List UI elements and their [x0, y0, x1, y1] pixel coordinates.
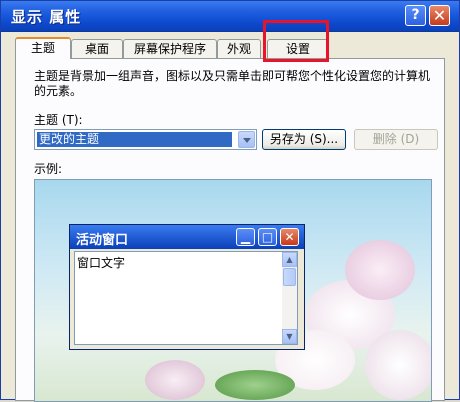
theme-preview: 活动窗口 ▁ □ ✕ 窗口文字 ▲ ▼ — [34, 179, 432, 402]
display-properties-window: 显示 属性 ? ✕ 主题 桌面 屏幕保护程序 外观 设置 主题是背景加一组声音，… — [0, 0, 460, 402]
flower-decoration — [145, 360, 205, 400]
theme-label: 主题 (T): — [34, 113, 83, 127]
delete-button[interactable]: 删除 (D) — [354, 129, 438, 150]
settings-tab-highlight — [263, 20, 329, 62]
close-icon: ✕ — [280, 228, 299, 246]
tab-appearance[interactable]: 外观 — [217, 39, 261, 58]
sample-active-window: 活动窗口 ▁ □ ✕ 窗口文字 ▲ ▼ — [69, 224, 305, 350]
sample-title-bar: 活动窗口 ▁ □ ✕ — [70, 225, 304, 249]
maximize-icon: □ — [258, 228, 277, 246]
leaf-decoration — [215, 370, 295, 400]
scroll-up-icon: ▲ — [282, 252, 297, 267]
tab-theme[interactable]: 主题 — [15, 37, 71, 59]
save-as-button[interactable]: 另存为 (S)... — [262, 129, 346, 150]
tab-screensaver[interactable]: 屏幕保护程序 — [123, 39, 217, 58]
sample-window-content: 窗口文字 ▲ ▼ — [74, 251, 298, 345]
scroll-thumb — [283, 268, 296, 286]
sample-window-title: 活动窗口 — [76, 233, 129, 248]
title-bar[interactable]: 显示 属性 ? ✕ — [1, 1, 459, 32]
scroll-down-icon: ▼ — [282, 329, 297, 344]
theme-select[interactable]: 更改的主题 — [34, 129, 257, 150]
chevron-down-icon[interactable] — [238, 131, 255, 148]
minimize-icon: ▁ — [236, 228, 255, 246]
theme-select-value: 更改的主题 — [37, 132, 232, 147]
sample-window-text: 窗口文字 — [77, 256, 126, 270]
close-icon[interactable]: ✕ — [429, 5, 450, 26]
sample-scrollbar: ▲ ▼ — [282, 252, 297, 344]
flower-decoration — [345, 240, 415, 300]
sample-label: 示例: — [34, 162, 63, 176]
theme-description: 主题是背景加一组声音，图标以及只需单击即可帮您个性化设置您的计算机的元素。 — [34, 69, 431, 98]
tab-desktop[interactable]: 桌面 — [71, 39, 123, 58]
help-icon[interactable]: ? — [405, 5, 426, 26]
flower-decoration — [365, 330, 431, 400]
tab-strip: 主题 桌面 屏幕保护程序 外观 设置 — [15, 37, 445, 59]
window-title: 显示 属性 — [11, 8, 82, 26]
theme-panel: 主题是背景加一组声音，图标以及只需单击即可帮您个性化设置您的计算机的元素。 主题… — [15, 58, 445, 402]
